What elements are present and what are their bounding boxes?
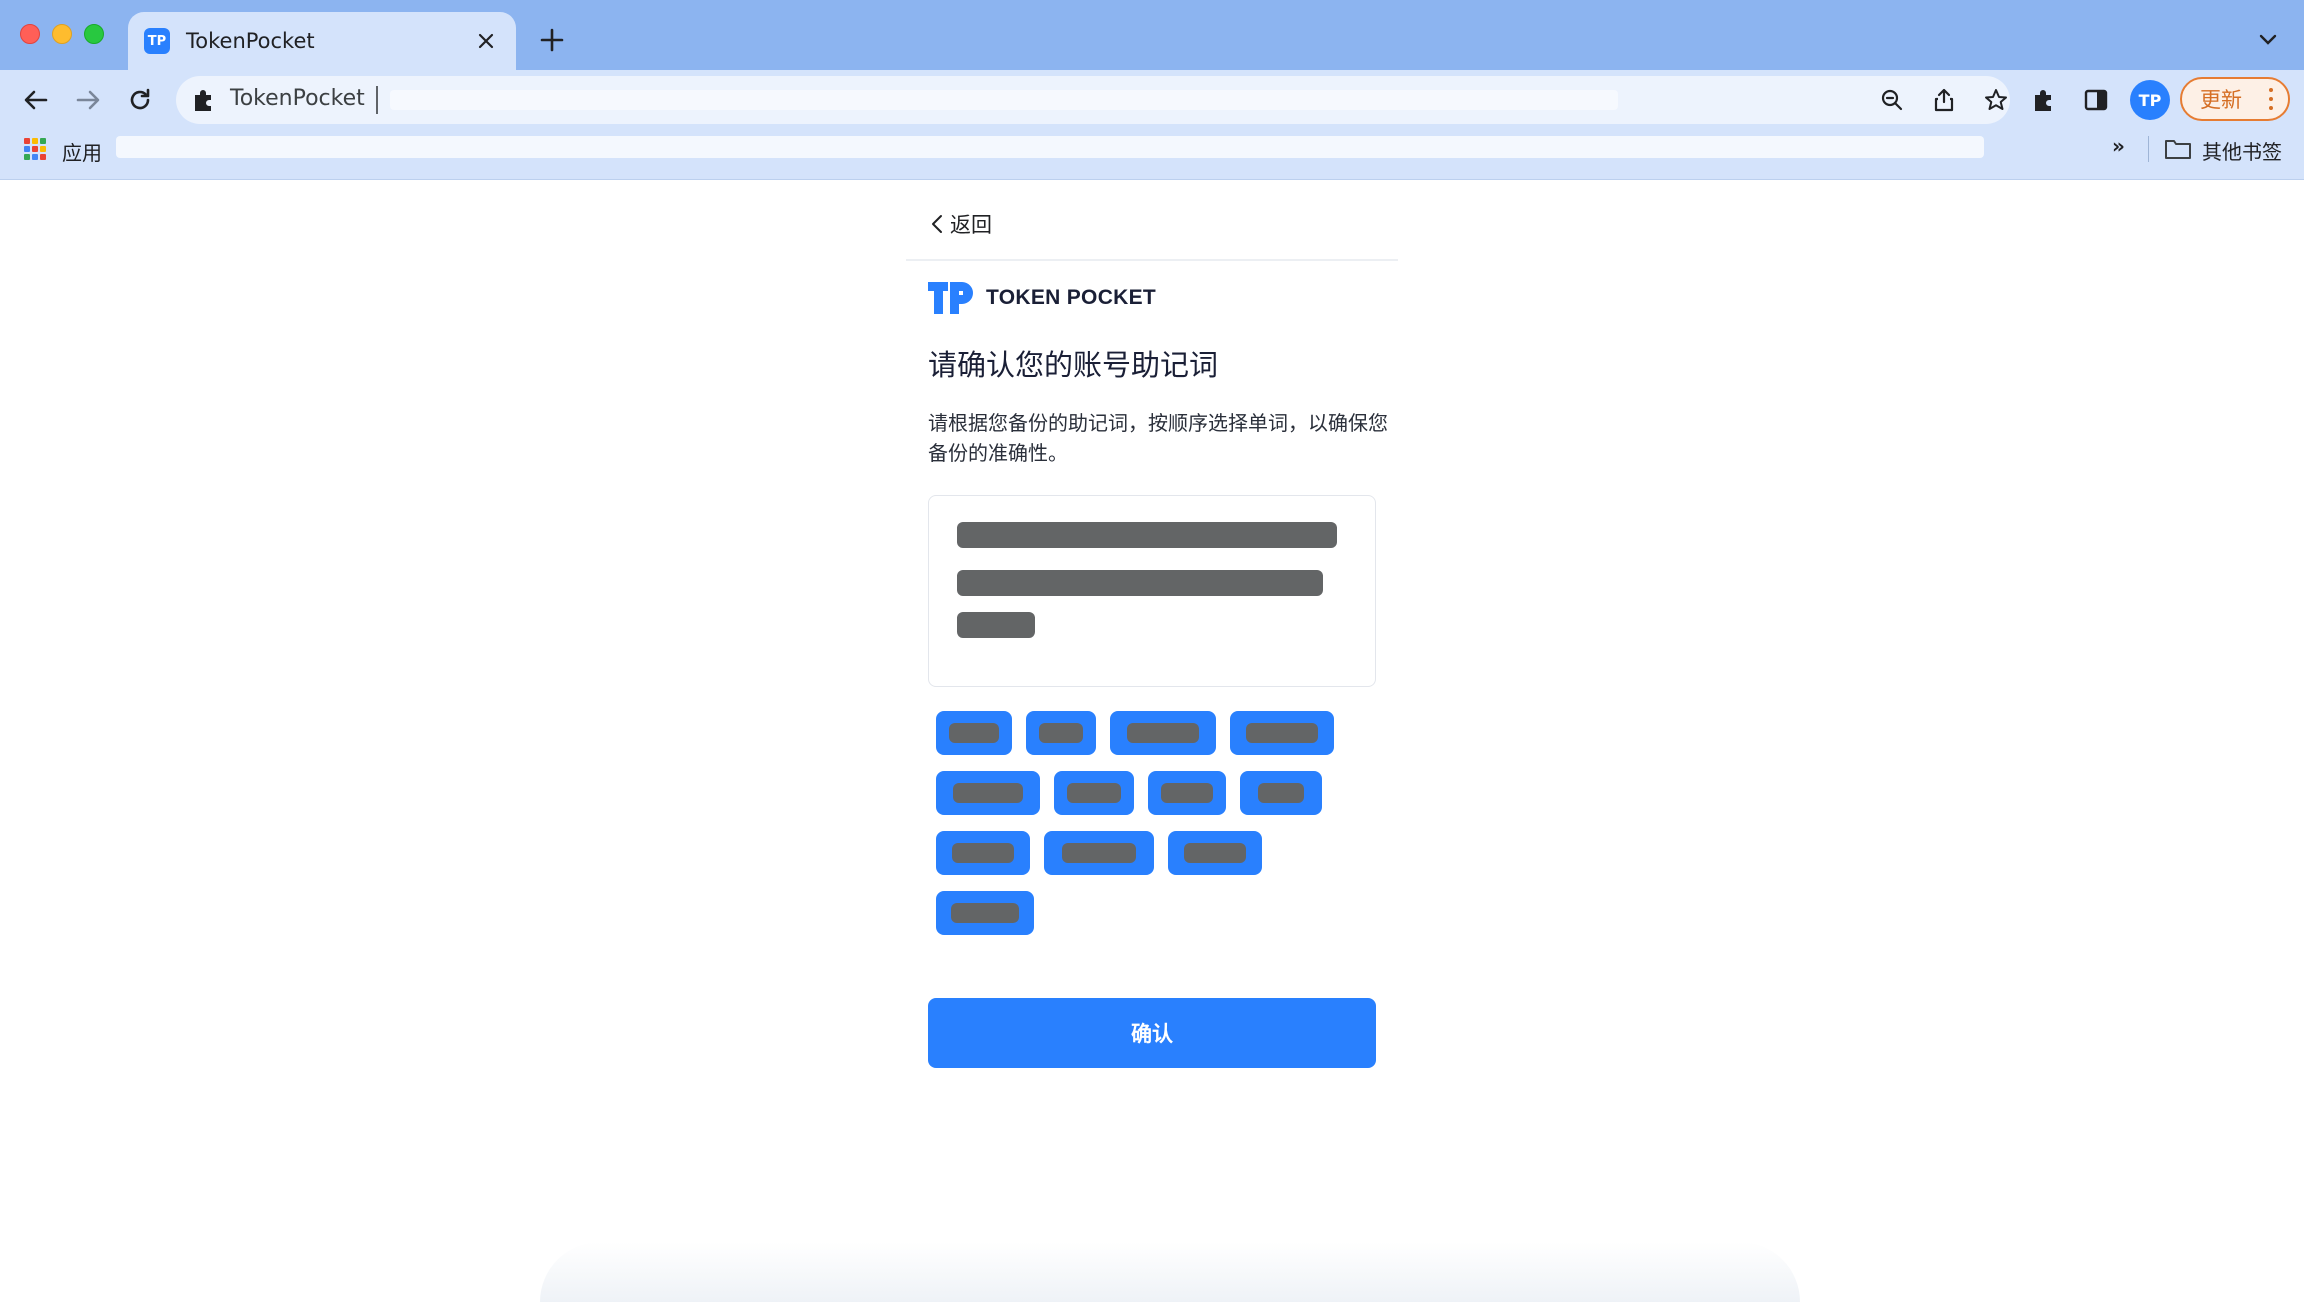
puzzle-icon [190, 86, 218, 114]
word-chip[interactable] [1054, 771, 1134, 815]
browser-chrome: TP TokenPocket TokenPocket TP 更新 应用 » 其他… [0, 0, 2304, 180]
star-icon[interactable] [1980, 84, 2012, 116]
word-chip[interactable] [1230, 711, 1334, 755]
word-redacted [1246, 723, 1318, 743]
back-label: 返回 [950, 213, 992, 237]
header-divider [906, 259, 1398, 261]
word-redacted [1127, 723, 1199, 743]
plus-icon[interactable] [536, 24, 568, 56]
word-chip[interactable] [936, 831, 1030, 875]
word-chip[interactable] [1148, 771, 1226, 815]
text-caret [376, 86, 378, 114]
word-redacted [951, 903, 1019, 923]
word-redacted [1039, 723, 1083, 743]
tab-title: TokenPocket [186, 29, 315, 53]
zoom-icon[interactable] [1876, 84, 1908, 116]
logo-text: TOKEN POCKET [986, 286, 1157, 309]
window-minimize-button[interactable] [52, 24, 72, 44]
back-button[interactable]: 返回 [928, 204, 992, 244]
word-chip[interactable] [1168, 831, 1262, 875]
page-title: 请确认您的账号助记词 [928, 348, 1219, 382]
confirm-button[interactable]: 确认 [928, 998, 1376, 1068]
tab-tokenpocket[interactable]: TP TokenPocket [128, 12, 516, 70]
reload-icon[interactable] [122, 82, 158, 118]
selected-words-redacted [957, 612, 1035, 638]
word-chip[interactable] [1026, 711, 1096, 755]
tab-strip: TP TokenPocket [0, 0, 2304, 70]
apps-grid-icon[interactable] [24, 138, 46, 160]
tokenpocket-logo: TOKEN POCKET [928, 280, 1156, 316]
word-redacted [952, 843, 1014, 863]
bookmark-apps[interactable]: 应用 [62, 137, 102, 166]
kebab-menu-icon[interactable] [2268, 88, 2274, 110]
bottom-shadow [540, 1242, 1800, 1302]
word-redacted [1067, 783, 1121, 803]
update-label: 更新 [2200, 88, 2242, 112]
tokenpocket-logo-icon [928, 281, 976, 315]
word-chip[interactable] [1044, 831, 1154, 875]
word-chip[interactable] [1110, 711, 1216, 755]
tokenpocket-favicon-icon: TP [144, 28, 170, 54]
word-redacted [953, 783, 1023, 803]
profile-avatar[interactable]: TP [2130, 80, 2170, 120]
selected-words-redacted [957, 522, 1337, 548]
chevron-left-icon [928, 210, 946, 238]
extensions-icon[interactable] [2026, 82, 2062, 118]
word-options-grid [936, 711, 1376, 935]
site-label: TokenPocket [230, 86, 365, 111]
share-icon[interactable] [1928, 84, 1960, 116]
other-bookmarks[interactable]: 其他书签 [2202, 136, 2282, 165]
folder-icon[interactable] [2164, 138, 2192, 160]
word-chip[interactable] [1240, 771, 1322, 815]
word-chip[interactable] [936, 711, 1012, 755]
browser-toolbar: TokenPocket TP 更新 [0, 70, 2304, 130]
selected-words-box [928, 495, 1376, 687]
back-arrow-icon[interactable] [18, 82, 54, 118]
window-zoom-button[interactable] [84, 24, 104, 44]
bookmarks-overflow-button[interactable]: » [2112, 134, 2125, 158]
chevron-down-icon[interactable] [2254, 26, 2282, 54]
sidepanel-icon[interactable] [2078, 82, 2114, 118]
confirm-mnemonic-panel: 返回 TOKEN POCKET 请确认您的账号助记词 请根据您备份的助记词，按顺… [906, 180, 1398, 1302]
word-chip[interactable] [936, 771, 1040, 815]
word-redacted [949, 723, 999, 743]
bookmarks-divider [2148, 136, 2149, 162]
word-redacted [1258, 783, 1304, 803]
selected-words-redacted [957, 570, 1323, 596]
word-redacted [1184, 843, 1246, 863]
address-bar[interactable]: TokenPocket [176, 76, 2010, 124]
close-icon[interactable] [472, 27, 500, 55]
page-description: 请根据您备份的助记词，按顺序选择单词，以确保您备份的准确性。 [928, 411, 1388, 465]
bookmarks-redacted [116, 136, 1984, 158]
word-redacted [1161, 783, 1213, 803]
window-close-button[interactable] [20, 24, 40, 44]
forward-arrow-icon[interactable] [70, 82, 106, 118]
word-chip[interactable] [936, 891, 1034, 935]
url-redacted [390, 90, 1618, 110]
page-content: 返回 TOKEN POCKET 请确认您的账号助记词 请根据您备份的助记词，按顺… [0, 180, 2304, 1302]
word-redacted [1062, 843, 1136, 863]
update-button[interactable]: 更新 [2180, 77, 2290, 121]
